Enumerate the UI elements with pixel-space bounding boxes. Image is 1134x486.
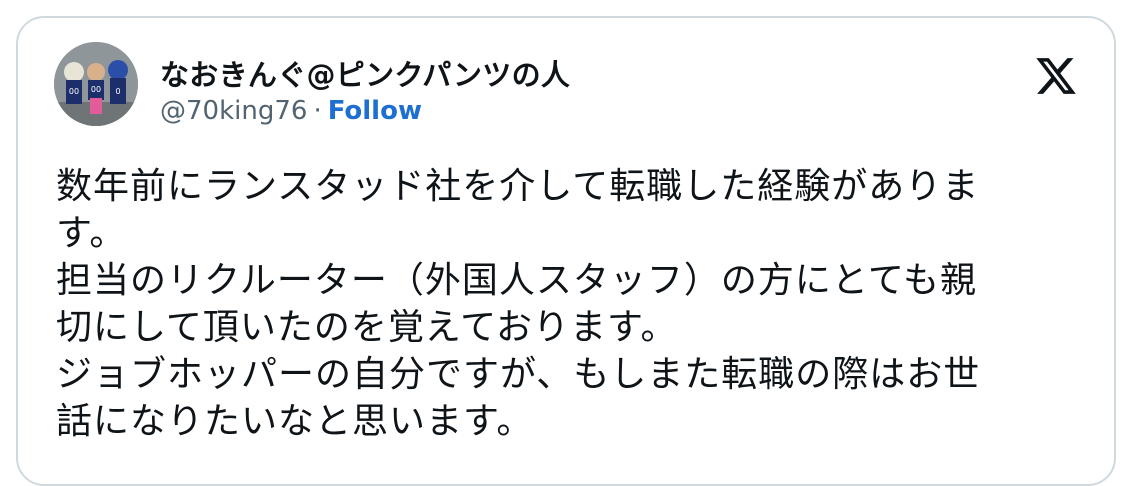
avatar-photo: 00 00 0 (54, 42, 138, 126)
tweet-text-line: 話になりたいなと思います。 (56, 401, 534, 442)
svg-text:00: 00 (69, 87, 79, 96)
x-logo-icon[interactable] (1034, 54, 1078, 98)
avatar[interactable]: 00 00 0 (54, 42, 138, 126)
tweet-text: 数年前にランスタッド社を介して転職した経験がありま す。 担当のリクルーター（外… (56, 163, 1096, 445)
display-name[interactable]: なおきんぐ@ピンクパンツの人 (160, 52, 570, 94)
tweet-text-line: 切にして頂いたのを覚えております。 (56, 307, 678, 348)
follow-button[interactable]: Follow (328, 96, 422, 126)
tweet-text-line: 数年前にランスタッド社を介して転職した経験がありま (56, 166, 980, 207)
tweet-text-line: す。 (56, 213, 127, 254)
svg-text:0: 0 (115, 87, 120, 96)
svg-text:00: 00 (91, 85, 101, 94)
tweet-text-line: ジョブホッパーの自分ですが、もしまた転職の際はお世 (56, 354, 981, 395)
tweet-card[interactable]: 00 00 0 なおきんぐ@ピンクパンツの人 @70king76 · Follow … (16, 16, 1116, 486)
author-subline: @70king76 · Follow (160, 96, 422, 126)
separator-dot: · (313, 96, 322, 126)
user-handle[interactable]: @70king76 (160, 96, 307, 126)
tweet-text-line: 担当のリクルーター（外国人スタッフ）の方にとても親 (56, 260, 978, 301)
